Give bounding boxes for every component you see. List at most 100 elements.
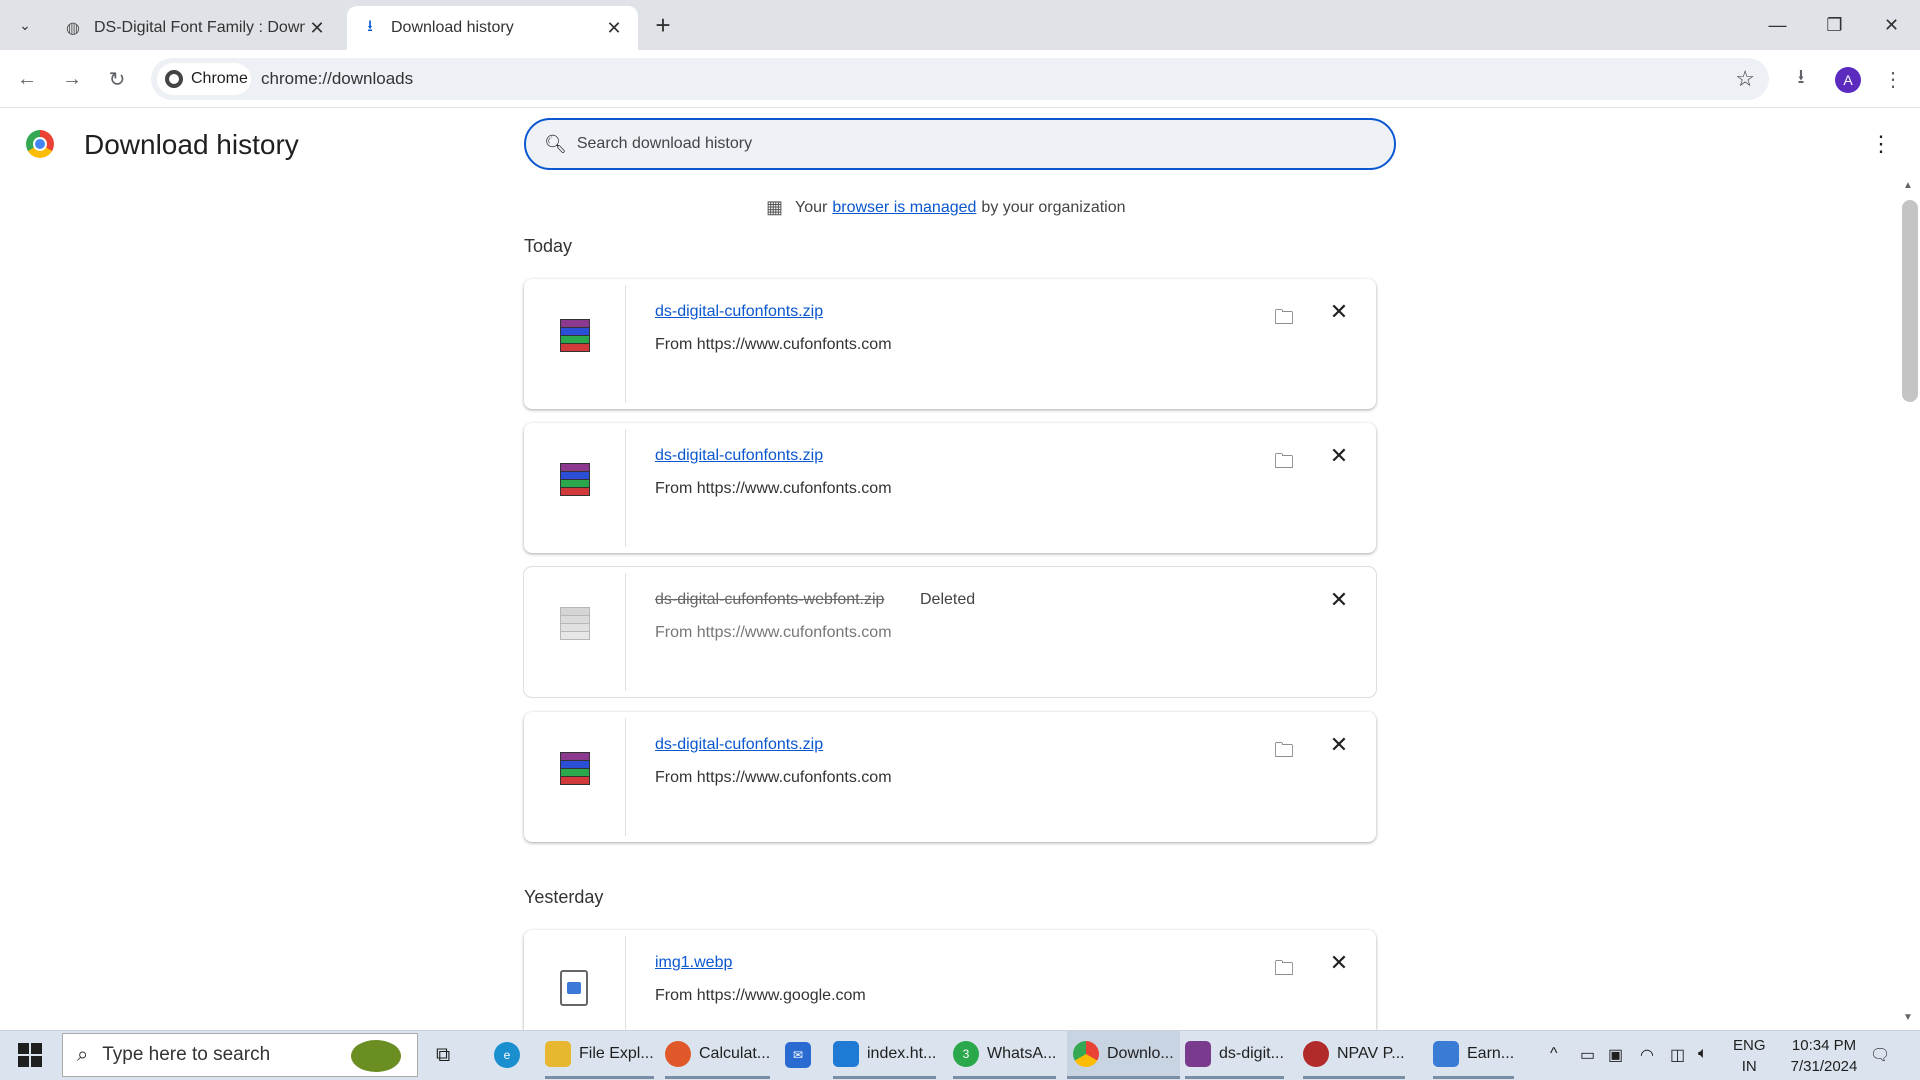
chevron-up-icon[interactable]: ^	[1550, 1045, 1558, 1063]
region-code: IN	[1741, 1058, 1757, 1075]
remove-icon[interactable]: ✕	[1326, 950, 1352, 976]
omnibox[interactable]: Chrome chrome://downloads ☆	[151, 58, 1769, 100]
battery-icon[interactable]: ▭	[1580, 1045, 1595, 1065]
taskbar-search-placeholder: Type here to search	[102, 1044, 271, 1065]
tab-search-button[interactable]: ⌄	[10, 10, 40, 40]
search-placeholder: Search download history	[576, 135, 753, 152]
downloads-button[interactable]: ⭳	[1784, 62, 1818, 96]
clock-date: 7/31/2024	[1790, 1058, 1858, 1075]
managed-notice: ▦ Your browser is managed by your organi…	[766, 197, 1126, 218]
app-label: File Expl...	[579, 1044, 654, 1062]
npav-icon	[1303, 1040, 1329, 1067]
file-source: From https://www.cufonfonts.com	[655, 624, 892, 641]
close-icon[interactable]: ✕	[305, 18, 329, 39]
scroll-up-icon[interactable]: ▲	[1903, 180, 1913, 191]
remove-icon[interactable]: ✕	[1326, 299, 1352, 325]
new-tab-button[interactable]: +	[648, 10, 678, 40]
webcam-icon[interactable]: ◫	[1670, 1045, 1685, 1065]
url-text[interactable]: chrome://downloads	[261, 69, 413, 89]
scrollbar-thumb[interactable]	[1902, 200, 1918, 402]
remove-icon[interactable]: ✕	[1326, 732, 1352, 758]
windows-start-icon[interactable]	[18, 1043, 42, 1067]
search-input[interactable]: 🔍︎ Search download history	[524, 118, 1396, 170]
back-button[interactable]: ←	[10, 62, 44, 96]
file-source: From https://www.cufonfonts.com	[655, 769, 892, 786]
volume-icon[interactable]: 🔈︎	[1698, 1045, 1708, 1063]
site-info-chip[interactable]: Chrome	[157, 63, 251, 95]
image-file-icon	[560, 970, 588, 1006]
tab-ds-digital[interactable]: ◍ DS-Digital Font Family : Downlo ✕	[50, 6, 341, 50]
task-view-icon[interactable]: ⧉	[436, 1031, 450, 1079]
show-in-folder-icon[interactable]: 🗀	[1270, 303, 1298, 337]
chrome-icon	[1073, 1040, 1099, 1067]
lang-code: ENG	[1733, 1037, 1766, 1054]
network-status-icon[interactable]: ▣	[1608, 1045, 1623, 1065]
tab-download-history[interactable]: ⭳ Download history ✕	[347, 6, 638, 50]
taskbar-app-winrar[interactable]: ds-digit...	[1185, 1031, 1284, 1079]
file-name: ds-digital-cufonfonts-webfont.zip	[655, 591, 885, 608]
page-title: Download history	[84, 129, 299, 160]
taskbar-app-document[interactable]: Earn...	[1433, 1031, 1515, 1079]
managed-link[interactable]: browser is managed	[832, 199, 976, 217]
more-actions-icon[interactable]: ⋮	[1870, 131, 1892, 157]
mail-icon[interactable]: ✉	[785, 1031, 819, 1079]
taskbar-app-calculator[interactable]: Calculat...	[665, 1031, 771, 1079]
file-source: From https://www.cufonfonts.com	[655, 480, 892, 497]
taskbar-search-input[interactable]: ⌕ Type here to search	[62, 1033, 418, 1077]
taskbar-app-vscode[interactable]: index.ht...	[833, 1031, 937, 1079]
scroll-down-icon[interactable]: ▼	[1903, 1012, 1913, 1023]
edge-icon[interactable]: e	[494, 1031, 528, 1079]
close-window-button[interactable]: ✕	[1863, 0, 1920, 50]
bookmark-star-icon[interactable]: ☆	[1735, 66, 1755, 92]
show-in-folder-icon[interactable]: 🗀	[1270, 736, 1298, 770]
app-label: index.ht...	[867, 1044, 937, 1062]
winrar-icon	[1185, 1040, 1211, 1067]
chrome-logo-icon	[26, 130, 54, 158]
chip-label: Chrome	[191, 70, 248, 87]
search-icon: 🔍︎	[544, 133, 567, 154]
remove-icon[interactable]: ✕	[1326, 587, 1352, 613]
forward-button[interactable]: →	[55, 62, 89, 96]
close-icon[interactable]: ✕	[602, 18, 626, 39]
download-item: img1.webp From https://www.google.com 🗀 …	[524, 930, 1376, 1030]
vscode-icon	[833, 1040, 859, 1067]
reload-button[interactable]: ↻	[100, 62, 134, 96]
notification-icon[interactable]: 🗨︎	[1870, 1045, 1904, 1065]
language-indicator[interactable]: ENG IN	[1733, 1035, 1766, 1077]
tab-title: DS-Digital Font Family : Downlo	[94, 19, 305, 36]
show-in-folder-icon[interactable]: 🗀	[1270, 954, 1298, 988]
file-name-link[interactable]: ds-digital-cufonfonts.zip	[655, 303, 823, 321]
managed-prefix: Your	[795, 198, 828, 216]
section-today: Today	[524, 236, 573, 256]
taskbar-app-whatsapp[interactable]: 3 WhatsA...	[953, 1031, 1057, 1079]
minimize-button[interactable]: —	[1749, 0, 1806, 50]
app-label: Earn...	[1467, 1044, 1515, 1062]
downloads-page: Download history 🔍︎ Search download hist…	[0, 109, 1920, 1030]
restore-button[interactable]: ❐	[1806, 0, 1863, 50]
clock[interactable]: 10:34 PM 7/31/2024	[1774, 1035, 1874, 1077]
download-item: ds-digital-cufonfonts.zip From https://w…	[524, 279, 1376, 409]
taskbar-app-file-explorer[interactable]: File Expl...	[545, 1031, 654, 1079]
clock-time: 10:34 PM	[1791, 1037, 1857, 1054]
search-icon: ⌕	[77, 1043, 89, 1066]
taskbar-app-chrome[interactable]: Downlo...	[1067, 1031, 1180, 1079]
menu-kebab-icon[interactable]: ⋮	[1876, 62, 1910, 96]
download-item: ds-digital-cufonfonts.zip From https://w…	[524, 712, 1376, 842]
file-name-link[interactable]: ds-digital-cufonfonts.zip	[655, 447, 823, 465]
taskbar-app-npav[interactable]: NPAV P...	[1303, 1031, 1405, 1079]
avocado-search-highlight-icon	[351, 1040, 401, 1072]
archive-icon-greyed	[556, 607, 592, 641]
avatar[interactable]: A	[1835, 67, 1861, 93]
taskbar: ⌕ Type here to search ⧉ e File Expl... C…	[0, 1030, 1920, 1080]
tab-title: Download history	[391, 19, 514, 36]
globe-icon: ◍	[66, 20, 80, 37]
file-name-link[interactable]: ds-digital-cufonfonts.zip	[655, 736, 823, 754]
winrar-archive-icon	[556, 752, 592, 786]
chrome-icon	[165, 70, 183, 88]
winrar-archive-icon	[556, 319, 592, 353]
show-in-folder-icon[interactable]: 🗀	[1270, 447, 1298, 481]
download-item-deleted: ds-digital-cufonfonts-webfont.zip Delete…	[524, 567, 1376, 697]
file-name-link[interactable]: img1.webp	[655, 954, 732, 972]
wifi-icon[interactable]: ◠	[1640, 1045, 1654, 1065]
remove-icon[interactable]: ✕	[1326, 443, 1352, 469]
